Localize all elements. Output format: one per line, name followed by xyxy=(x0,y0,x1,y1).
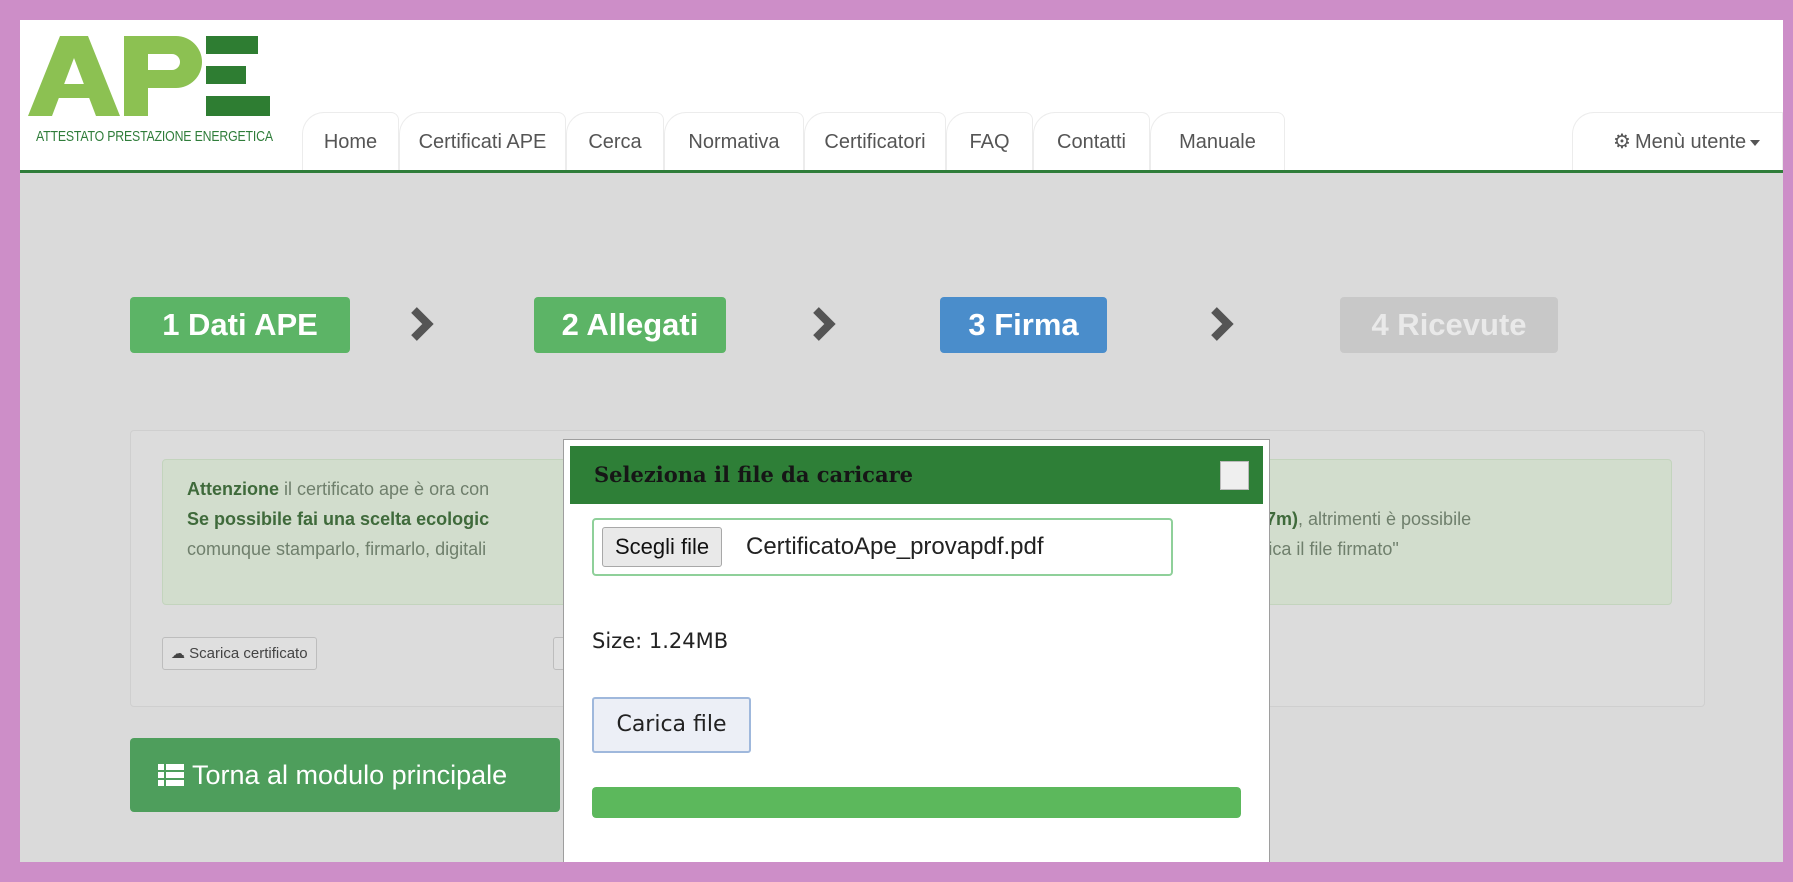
chevron-right-icon xyxy=(411,307,434,341)
alert-bold: Se possibile fai una scelta ecologic xyxy=(187,509,490,529)
step-firma[interactable]: 3 Firma xyxy=(940,297,1107,353)
list-icon xyxy=(158,764,184,786)
user-menu-label: Menù utente xyxy=(1634,131,1747,153)
gear-icon: ⚙ xyxy=(1613,131,1631,153)
back-to-main-button[interactable]: Torna al modulo principale xyxy=(130,738,560,812)
progress-fill xyxy=(592,787,1241,818)
alert-line-3: comunque stamparlo, firmarlo, digitali xyxy=(187,539,487,559)
alert-bold: Attenzione xyxy=(187,479,279,499)
upload-file-button[interactable]: Carica file xyxy=(592,697,751,753)
tab-home[interactable]: Home xyxy=(302,112,399,170)
selected-file-name: CertificatoApe_provapdf.pdf xyxy=(746,533,1044,560)
step-allegati[interactable]: 2 Allegati xyxy=(534,297,726,353)
ape-logo-graphic xyxy=(28,36,270,116)
close-icon[interactable] xyxy=(1220,461,1249,490)
site-header: ATTESTATO PRESTAZIONE ENERGETICA Home Ce… xyxy=(20,20,1783,173)
file-input[interactable]: Scegli file CertificatoApe_provapdf.pdf xyxy=(592,518,1173,576)
modal-title: Seleziona il file da caricare xyxy=(594,462,913,487)
choose-file-button[interactable]: Scegli file xyxy=(602,527,723,567)
logo-subtitle: ATTESTATO PRESTAZIONE ENERGETICA xyxy=(36,128,273,145)
caret-down-icon xyxy=(1750,139,1761,146)
tab-manuale[interactable]: Manuale xyxy=(1150,112,1285,170)
chevron-right-icon xyxy=(813,307,836,341)
cloud-download-icon: ☁ xyxy=(171,645,185,661)
alert-text: il certificato ape è ora con xyxy=(279,479,490,499)
file-size: Size: 1.24MB xyxy=(592,629,729,653)
tab-normativa[interactable]: Normativa xyxy=(664,112,804,170)
tab-faq[interactable]: FAQ xyxy=(946,112,1033,170)
upload-modal: Seleziona il file da caricare Scegli fil… xyxy=(563,439,1270,862)
download-label: Scarica certificato xyxy=(189,645,308,662)
ape-logo[interactable]: ATTESTATO PRESTAZIONE ENERGETICA xyxy=(26,28,286,158)
download-certificate-button[interactable]: ☁ Scarica certificato xyxy=(162,637,317,670)
upload-progress-bar xyxy=(592,787,1241,818)
step-ricevute: 4 Ricevute xyxy=(1340,297,1558,353)
alert-line-1: Attenzione il certificato ape è ora con xyxy=(187,474,489,504)
chevron-right-icon xyxy=(1211,307,1234,341)
alert-line-2: Se possibile fai una scelta ecologic xyxy=(187,504,489,534)
alert-text: , altrimenti è possibile xyxy=(1298,509,1472,529)
modal-header: Seleziona il file da caricare xyxy=(570,446,1263,504)
back-label: Torna al modulo principale xyxy=(192,760,508,790)
tab-contatti[interactable]: Contatti xyxy=(1033,112,1150,170)
user-menu-dropdown[interactable]: ⚙ Menù utente xyxy=(1572,112,1783,170)
tab-cerca[interactable]: Cerca xyxy=(566,112,664,170)
browser-frame: ATTESTATO PRESTAZIONE ENERGETICA Home Ce… xyxy=(20,20,1783,862)
step-dati-ape[interactable]: 1 Dati APE xyxy=(130,297,350,353)
tab-certificatori[interactable]: Certificatori xyxy=(804,112,946,170)
tab-certificati-ape[interactable]: Certificati APE xyxy=(399,112,566,170)
